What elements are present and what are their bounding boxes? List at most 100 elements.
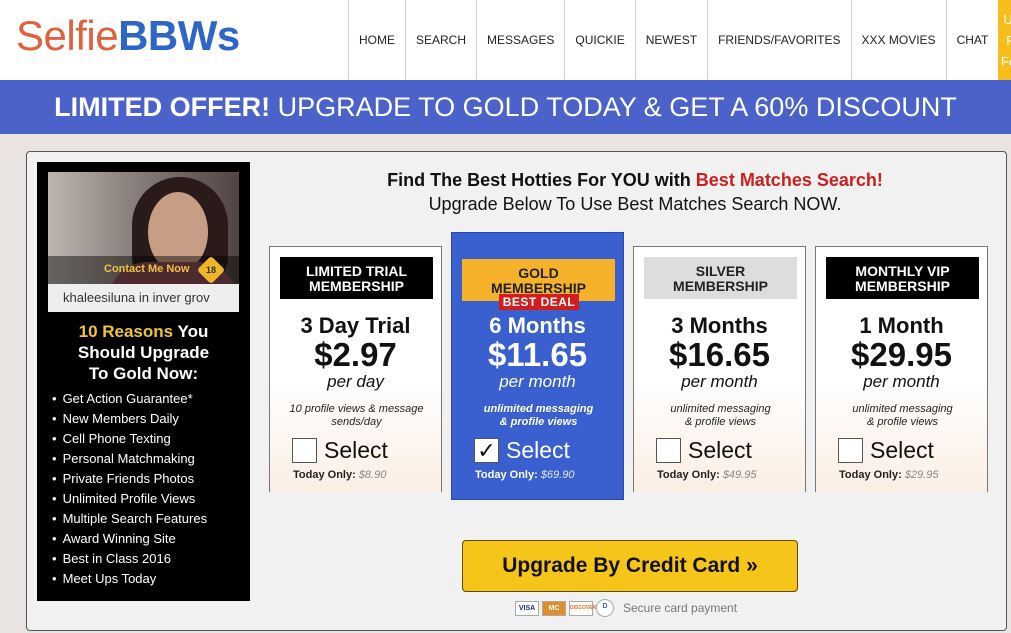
plan-period: per month <box>681 372 758 391</box>
discover-icon: DISCOVER <box>569 600 596 616</box>
reason-item: Meet Ups Today <box>52 569 207 589</box>
badge-icon: 18 <box>196 255 226 285</box>
plan-gold[interactable]: GOLD MEMBERSHIP BEST DEAL 6 Months $11.65… <box>451 232 624 500</box>
plan-description: unlimited messaging & profile views <box>642 403 799 429</box>
plan-period: per month <box>863 372 940 391</box>
upgrade-line-3: Features! <box>1000 53 1011 69</box>
nav-newest[interactable]: NEWEST <box>634 0 707 80</box>
reason-item: Cell Phone Texting <box>52 429 207 449</box>
plan-trial[interactable]: LIMITED TRIAL MEMBERSHIP 3 Day Trial $2.9… <box>269 246 442 492</box>
plan-select[interactable]: Select <box>656 437 752 464</box>
site-logo[interactable]: SelfieBBWs <box>16 12 240 60</box>
plan-select[interactable]: Select <box>292 437 388 464</box>
plan-label: SILVER MEMBERSHIP <box>644 257 797 299</box>
visa-icon: VISA <box>515 600 539 616</box>
nav-quickie[interactable]: QUICKIE <box>564 0 634 80</box>
plan-today-price: Today Only: $69.90 <box>475 469 574 481</box>
plan-label: MONTHLY VIP MEMBERSHIP <box>826 257 979 299</box>
checkbox[interactable] <box>656 438 681 463</box>
page-subheadline: Upgrade Below To Use Best Matches Search… <box>428 194 842 214</box>
reason-item: Unlimited Profile Views <box>52 489 207 509</box>
reason-item: Private Friends Photos <box>52 469 207 489</box>
nav-upgrade-button[interactable]: Upgrade For Full Features! <box>998 0 1011 80</box>
page-headline: Find The Best Hotties For YOU with Best … <box>270 170 1000 191</box>
plan-price: $29.95 <box>851 336 952 373</box>
select-label: Select <box>870 437 934 463</box>
nav-friends-favorites[interactable]: FRIENDS/FAVORITES <box>707 0 850 80</box>
diners-icon: D <box>596 599 614 617</box>
nav-search[interactable]: SEARCH <box>405 0 476 80</box>
select-label: Select <box>506 437 570 463</box>
plan-label-line2: MEMBERSHIP <box>673 278 768 294</box>
mastercard-icon: MC <box>542 600 566 616</box>
plan-period: per day <box>327 372 384 391</box>
secure-payment-text: Secure card payment <box>623 601 738 615</box>
plan-description: unlimited messaging & profile views <box>824 403 981 429</box>
nav-xxx-movies[interactable]: XXX MOVIES <box>850 0 946 80</box>
plan-desc-line2: & profile views <box>685 416 756 428</box>
plan-silver[interactable]: SILVER MEMBERSHIP 3 Months $16.65 per mon… <box>633 246 806 492</box>
today-label: Today Only: <box>293 469 356 481</box>
offer-banner: LIMITED OFFER! UPGRADE TO GOLD TODAY & G… <box>0 80 1011 134</box>
original-price: $8.90 <box>358 469 387 481</box>
original-price: $49.95 <box>722 469 757 481</box>
reasons-heading-line2: Should Upgrade <box>77 343 210 362</box>
plan-description: 10 profile views & message sends/day <box>278 403 435 429</box>
checkbox[interactable] <box>292 438 317 463</box>
contact-me-link[interactable]: Contact Me Now <box>104 263 190 275</box>
plan-label: LIMITED TRIAL MEMBERSHIP <box>280 257 433 299</box>
nav-chat[interactable]: CHAT <box>945 0 999 80</box>
reason-item: Personal Matchmaking <box>52 449 207 469</box>
plan-desc-line1: unlimited messaging <box>852 403 953 415</box>
plan-description: unlimited messaging & profile views <box>460 403 617 429</box>
plan-label-line1: MONTHLY VIP <box>855 263 950 279</box>
plan-desc-line1: unlimited messaging <box>670 403 771 415</box>
plan-price: $16.65 <box>669 336 770 373</box>
plan-monthly-vip[interactable]: MONTHLY VIP MEMBERSHIP 1 Month $29.95 per… <box>815 246 988 492</box>
plan-today-price: Today Only: $29.95 <box>839 469 938 481</box>
reason-item: New Members Daily <box>52 409 207 429</box>
checkbox-checked[interactable]: ✓ <box>474 438 499 463</box>
plan-today-price: Today Only: $8.90 <box>293 469 386 481</box>
logo-text-bbws: BBWs <box>118 12 240 59</box>
plan-period: per month <box>499 372 576 391</box>
today-label: Today Only: <box>839 469 902 481</box>
reasons-heading-gold: 10 Reasons <box>78 322 174 341</box>
best-deal-badge: BEST DEAL <box>499 294 579 310</box>
upgrade-credit-card-button[interactable]: Upgrade By Credit Card » <box>462 540 798 592</box>
logo-text-selfie: Selfie <box>16 12 119 59</box>
reasons-heading-line3: To Gold Now: <box>88 364 199 383</box>
offer-banner-bold: LIMITED OFFER! <box>54 92 271 122</box>
plan-today-price: Today Only: $49.95 <box>657 469 756 481</box>
main-nav: HOME SEARCH MESSAGES QUICKIE NEWEST FRIE… <box>348 0 1011 80</box>
plan-label-line1: GOLD <box>518 265 559 281</box>
plan-desc-line1: 10 profile views & message <box>289 403 424 415</box>
profile-photo-card[interactable]: Contact Me Now 18 khaleesiluna in inver … <box>48 172 239 312</box>
plan-desc-line2: & profile views <box>499 416 578 428</box>
today-label: Today Only: <box>475 469 538 481</box>
site-header: SelfieBBWs HOME SEARCH MESSAGES QUICKIE … <box>0 0 1011 80</box>
reasons-heading: 10 Reasons You Should Upgrade To Gold No… <box>37 321 250 384</box>
plan-desc-line1: unlimited messaging <box>483 403 594 415</box>
plan-label-line1: LIMITED TRIAL <box>305 263 408 279</box>
plan-price: $2.97 <box>314 336 397 373</box>
plan-select[interactable]: Select <box>838 437 934 464</box>
offer-banner-text: UPGRADE TO GOLD TODAY & GET A 60% DISCOU… <box>270 92 957 122</box>
reason-item: Multiple Search Features <box>52 509 208 529</box>
checkbox[interactable] <box>838 438 863 463</box>
payment-cards: VISA MC DISCOVER D Secure card payment <box>515 599 737 617</box>
select-label: Select <box>688 437 752 463</box>
nav-home[interactable]: HOME <box>348 0 405 80</box>
plan-price: $11.65 <box>487 336 588 373</box>
original-price: $69.90 <box>540 469 575 481</box>
original-price: $29.95 <box>904 469 939 481</box>
checkmark-icon: ✓ <box>477 437 496 463</box>
select-label: Select <box>324 437 388 463</box>
reasons-heading-you: You <box>173 322 209 341</box>
upgrade-line-1: Upgrade <box>1003 11 1011 27</box>
reasons-list: Get Action Guarantee* New Members Daily … <box>52 389 208 589</box>
headline-text: Find The Best Hotties For YOU with <box>387 170 696 190</box>
plan-label-line2: MEMBERSHIP <box>309 278 404 294</box>
nav-messages[interactable]: MESSAGES <box>476 0 564 80</box>
plan-select[interactable]: ✓ Select <box>474 437 570 464</box>
